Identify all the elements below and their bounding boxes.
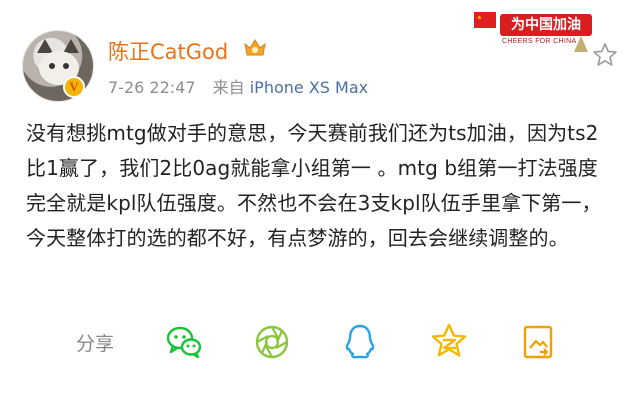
post-header: V 陈正CatGod 7-26 22:47 来自 iPhone XS Max 为… [0,0,640,110]
verified-badge-icon: V [63,76,85,98]
moments-icon [255,325,289,359]
post-time: 7-26 22:47 [108,78,196,97]
qq-icon [345,324,375,359]
avatar-cat-eye [49,63,55,69]
vip-crown-icon[interactable] [243,37,267,59]
share-qq-button[interactable] [338,320,382,364]
avatar-cat-eye [63,63,69,69]
save-image-button[interactable] [516,320,560,364]
source-prefix: 来自 [212,78,245,97]
avatar-cat-ear [37,39,53,53]
wechat-icon [166,326,202,359]
campaign-title: 为中国加油 [500,14,592,36]
share-bar: 分享 [0,312,640,372]
campaign-subtitle: CHEERS FOR CHINA [502,38,577,45]
share-qzone-button[interactable] [427,320,471,364]
campaign-badge[interactable]: 为中国加油 CHEERS FOR CHINA [474,10,594,52]
qzone-icon [431,323,467,357]
post-device[interactable]: iPhone XS Max [250,78,368,97]
share-label: 分享 [76,333,115,355]
save-image-icon [523,325,553,359]
favorite-star-icon[interactable] [592,42,618,68]
avatar-cat-ear [63,39,79,53]
share-wechat-button[interactable] [162,320,206,364]
post-meta: 7-26 22:47 来自 iPhone XS Max [108,74,368,98]
china-flag-icon [474,12,496,28]
share-moments-button[interactable] [250,320,294,364]
post-content: 没有想挑mtg做对手的意思，今天赛前我们还为ts加油，因为ts2比1赢了，我们2… [26,121,602,250]
author-name[interactable]: 陈正CatGod [108,36,228,66]
